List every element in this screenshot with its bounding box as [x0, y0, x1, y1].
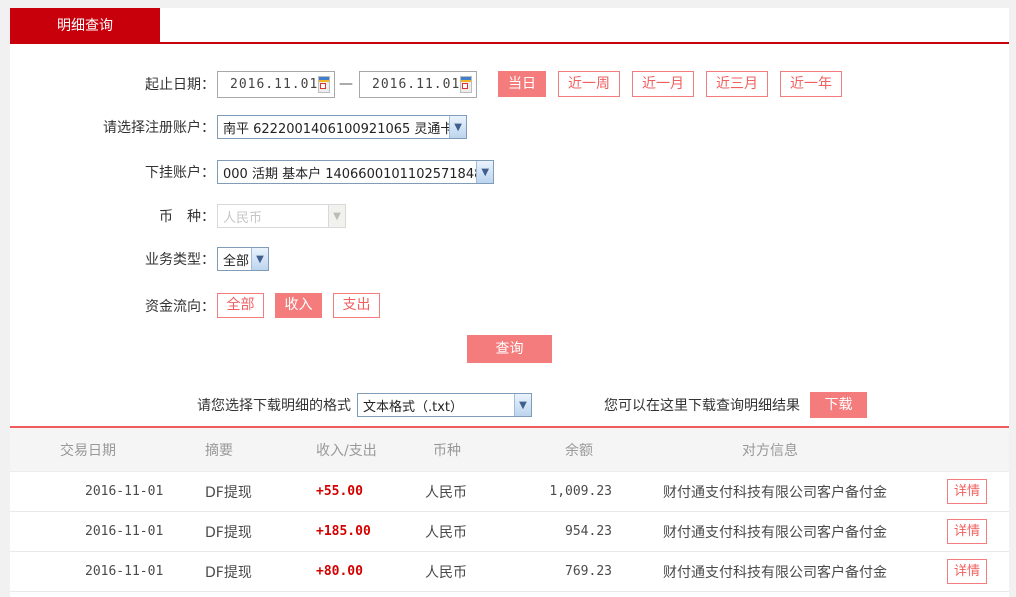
cell-balance: 1,009.23 — [535, 472, 645, 512]
cell-balance: 769.23 — [535, 552, 645, 592]
fund-flow-row: 资金流向： 全部 收入 支出 — [10, 293, 1009, 318]
currency-row: 币 种： 人民币 ▼ — [10, 204, 1009, 228]
chevron-down-icon: ▼ — [476, 161, 493, 183]
cell-summary: DF提现 — [180, 512, 290, 552]
currency-select: 人民币 ▼ — [217, 204, 346, 228]
col-header-date: 交易日期 — [10, 428, 180, 472]
quick-range-month-button[interactable]: 近一月 — [632, 71, 694, 97]
table-row: 2016-11-01 DF提现 +80.00 人民币 769.23 财付通支付科… — [10, 552, 1009, 592]
cell-balance: 954.23 — [535, 512, 645, 552]
cell-counterparty: 财付通支付科技有限公司客户备付金 — [645, 552, 925, 592]
query-row: 查询 — [10, 335, 1009, 363]
cell-amount: +185.00 — [290, 512, 405, 552]
detail-button[interactable]: 详情 — [947, 519, 987, 544]
download-format-value: 文本格式（.txt） — [358, 396, 463, 415]
table-row: 2016-11-01 DF提现 +185.00 人民币 954.23 财付通支付… — [10, 512, 1009, 552]
date-separator: — — [339, 76, 353, 92]
sub-account-label: 下挂账户： — [10, 162, 215, 182]
fund-flow-expense-button[interactable]: 支出 — [333, 293, 380, 318]
sub-account-value: 000 活期 基本户 1406600101102571848 — [218, 163, 476, 182]
download-row: 请您选择下载明细的格式 文本格式（.txt） ▼ 您可以在这里下载查询明细结果 … — [10, 392, 1009, 418]
table-header-row: 交易日期 摘要 收入/支出 币种 余额 对方信息 — [10, 428, 1009, 472]
query-button[interactable]: 查询 — [467, 335, 552, 363]
cell-currency: 人民币 — [405, 472, 535, 512]
chevron-down-icon: ▼ — [514, 394, 531, 416]
cell-summary: DF提现 — [180, 472, 290, 512]
registered-account-select[interactable]: 南平 6222001406100921065 灵通卡 ▼ — [217, 115, 467, 139]
fund-flow-all-button[interactable]: 全部 — [217, 293, 264, 318]
chevron-down-icon: ▼ — [251, 248, 268, 270]
registered-account-value: 南平 6222001406100921065 灵通卡 — [218, 118, 449, 137]
cell-amount: +55.00 — [290, 472, 405, 512]
tab-bar: 明细查询 — [10, 8, 1009, 44]
cell-action: 详情 — [925, 552, 1009, 592]
quick-range-week-button[interactable]: 近一周 — [558, 71, 620, 97]
quick-range-year-button[interactable]: 近一年 — [780, 71, 842, 97]
col-header-currency: 币种 — [405, 428, 535, 472]
sub-account-row: 下挂账户： 000 活期 基本户 1406600101102571848 ▼ — [10, 160, 1009, 184]
business-type-row: 业务类型： 全部 ▼ — [10, 247, 1009, 271]
fund-flow-label: 资金流向： — [10, 296, 215, 316]
calendar-icon[interactable] — [460, 76, 472, 93]
detail-button[interactable]: 详情 — [947, 479, 987, 504]
cell-date: 2016-11-01 — [10, 552, 180, 592]
start-date-input[interactable]: 2016.11.01 — [217, 71, 335, 98]
download-format-select[interactable]: 文本格式（.txt） ▼ — [357, 393, 532, 417]
page: { "tab": { "label": "明细查询" }, "form": { … — [0, 0, 1016, 597]
cell-counterparty: 财付通支付科技有限公司客户备付金 — [645, 472, 925, 512]
calendar-icon[interactable] — [318, 76, 330, 93]
date-range-row: 起止日期： 2016.11.01 — 2016.11.01 当日 近一周 近一月… — [10, 70, 1009, 98]
cell-currency: 人民币 — [405, 552, 535, 592]
cell-amount: +80.00 — [290, 552, 405, 592]
cell-counterparty: 财付通支付科技有限公司客户备付金 — [645, 512, 925, 552]
detail-button[interactable]: 详情 — [947, 559, 987, 584]
business-type-select[interactable]: 全部 ▼ — [217, 247, 269, 271]
table-row: 2016-11-01 DF提现 +55.00 人民币 1,009.23 财付通支… — [10, 472, 1009, 512]
currency-value: 人民币 — [218, 207, 262, 226]
end-date-input[interactable]: 2016.11.01 — [359, 71, 477, 98]
cell-date: 2016-11-01 — [10, 512, 180, 552]
download-format-label: 请您选择下载明细的格式 — [197, 395, 351, 415]
end-date-value: 2016.11.01 — [360, 77, 460, 92]
currency-label: 币 种： — [10, 206, 215, 226]
col-header-action — [925, 428, 1009, 472]
col-header-amount: 收入/支出 — [290, 428, 405, 472]
transactions-table: 交易日期 摘要 收入/支出 币种 余额 对方信息 2016-11-01 DF提现… — [10, 426, 1009, 592]
chevron-down-icon: ▼ — [328, 205, 345, 227]
cell-date: 2016-11-01 — [10, 472, 180, 512]
registered-account-row: 请选择注册账户： 南平 6222001406100921065 灵通卡 ▼ — [10, 115, 1009, 139]
start-date-value: 2016.11.01 — [218, 77, 318, 92]
content-panel: 明细查询 起止日期： 2016.11.01 — 2016.11.01 当日 近一… — [10, 8, 1009, 597]
sub-account-select[interactable]: 000 活期 基本户 1406600101102571848 ▼ — [217, 160, 494, 184]
chevron-down-icon: ▼ — [449, 116, 466, 138]
cell-action: 详情 — [925, 472, 1009, 512]
business-type-value: 全部 — [218, 250, 249, 269]
col-header-balance: 余额 — [535, 428, 645, 472]
registered-account-label: 请选择注册账户： — [10, 117, 215, 137]
col-header-summary: 摘要 — [180, 428, 290, 472]
date-range-label: 起止日期： — [10, 74, 215, 94]
cell-currency: 人民币 — [405, 512, 535, 552]
download-button[interactable]: 下载 — [810, 392, 867, 418]
tab-detail-query[interactable]: 明细查询 — [10, 8, 160, 44]
business-type-label: 业务类型： — [10, 249, 215, 269]
cell-summary: DF提现 — [180, 552, 290, 592]
fund-flow-income-button[interactable]: 收入 — [275, 293, 322, 318]
cell-action: 详情 — [925, 512, 1009, 552]
quick-range-today-button[interactable]: 当日 — [498, 71, 546, 97]
quick-range-quarter-button[interactable]: 近三月 — [706, 71, 768, 97]
download-hint: 您可以在这里下载查询明细结果 — [604, 395, 800, 415]
col-header-counterparty: 对方信息 — [645, 428, 925, 472]
